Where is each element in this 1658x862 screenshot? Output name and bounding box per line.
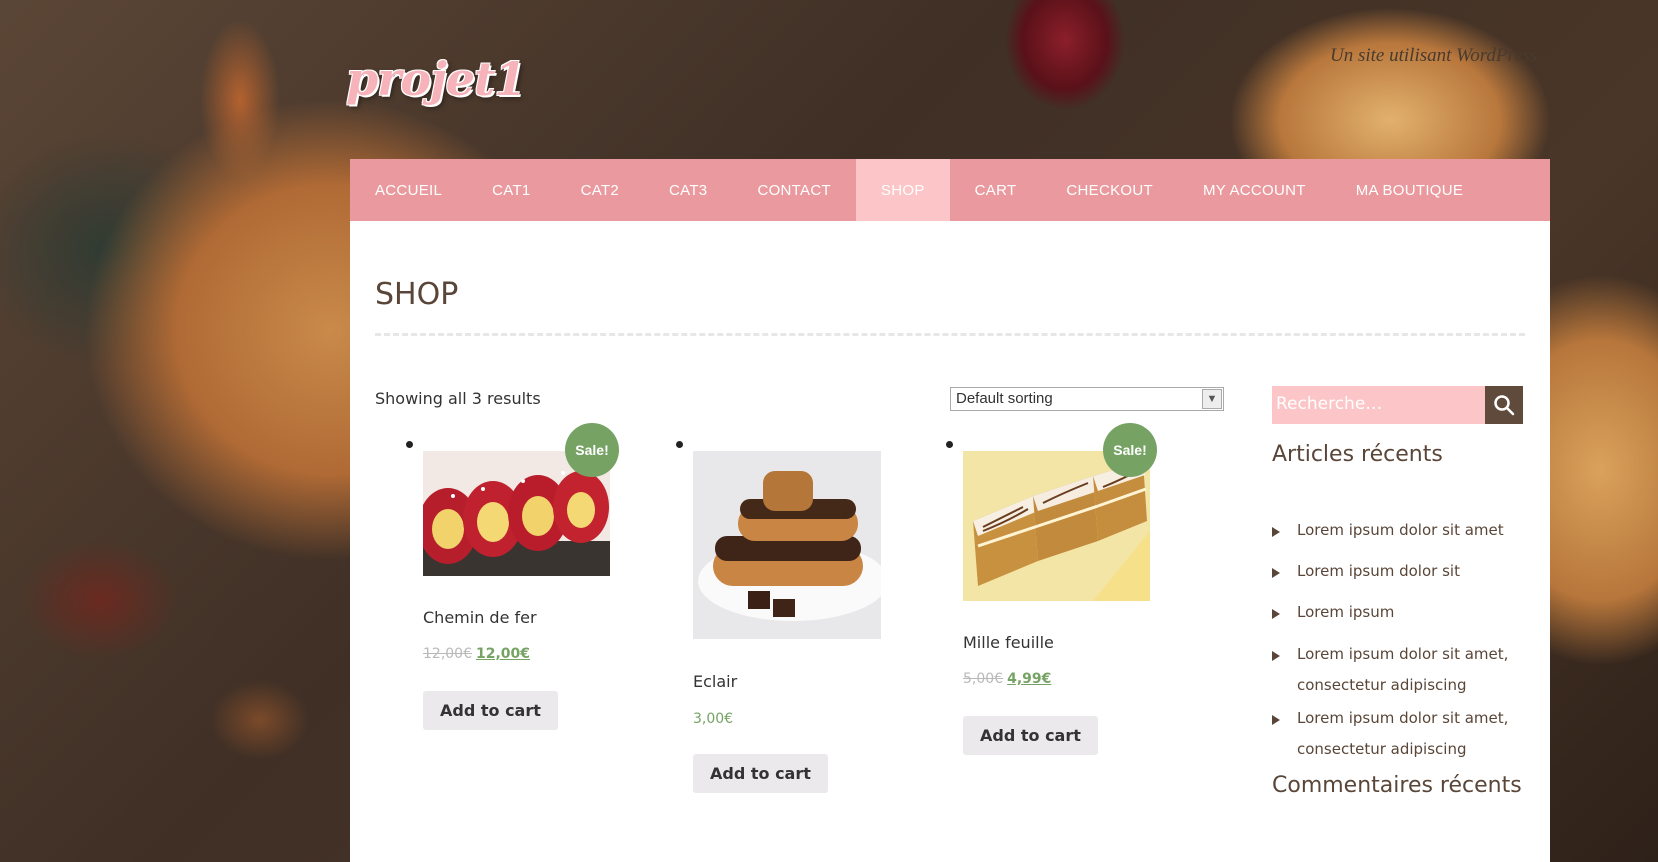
main-content: SHOP Showing all 3 results Default sorti… [350,221,1550,862]
list-bullet [676,441,683,448]
nav-item-cat3[interactable]: CAT3 [644,159,732,221]
nav-item-accueil[interactable]: ACCUEIL [350,159,467,221]
product-price: 12,00€ 12,00€ [423,646,530,662]
title-divider [375,333,1525,336]
nav-item-cat1[interactable]: CAT1 [467,159,555,221]
list-bullet [946,441,953,448]
site-tagline: Un site utilisant WordPress [1330,45,1538,66]
nav-item-my-account[interactable]: MY ACCOUNT [1178,159,1331,221]
recent-posts-title: Articles récents [1272,442,1443,467]
product-name[interactable]: Mille feuille [963,633,1054,652]
add-to-cart-button[interactable]: Add to cart [693,754,828,793]
nav-item-shop[interactable]: SHOP [855,159,950,221]
chevron-down-icon[interactable]: ▼ [1202,389,1222,409]
old-price: 12,00€ [423,646,472,662]
recent-post-link[interactable]: Lorem ipsum dolor sit amet, consectetur … [1297,703,1522,765]
bullet-arrow-icon [1272,609,1280,619]
sorting-select[interactable]: Default sorting ▼ [950,387,1224,411]
nav-item-ma-boutique[interactable]: MA BOUTIQUE [1331,159,1488,221]
sale-badge: Sale! [565,423,619,477]
site-title[interactable]: projet1 [346,52,526,106]
nav-item-cart[interactable]: CART [950,159,1042,221]
result-count: Showing all 3 results [375,389,541,408]
search-button[interactable] [1485,386,1523,424]
bullet-arrow-icon [1272,568,1280,578]
list-bullet [406,441,413,448]
bullet-arrow-icon [1272,651,1280,661]
product-name[interactable]: Eclair [693,672,737,691]
product-image-eclair[interactable] [693,451,881,639]
recent-post-link[interactable]: Lorem ipsum dolor sit amet [1297,515,1522,546]
bullet-arrow-icon [1272,527,1280,537]
product-price: 5,00€ 4,99€ [963,671,1051,687]
nav-item-checkout[interactable]: CHECKOUT [1041,159,1178,221]
sorting-selected-label: Default sorting [956,390,1053,407]
search-icon [1494,395,1515,416]
recent-post-link[interactable]: Lorem ipsum dolor sit [1297,556,1522,587]
nav-item-cat2[interactable]: CAT2 [556,159,644,221]
product-price: 3,00€ [693,711,733,727]
add-to-cart-button[interactable]: Add to cart [963,716,1098,755]
sale-price: 12,00€ [476,646,531,662]
search-input[interactable]: Recherche… [1272,386,1485,424]
main-navigation: ACCUEIL CAT1 CAT2 CAT3 CONTACT SHOP CART… [350,159,1550,221]
old-price: 5,00€ [963,671,1004,687]
add-to-cart-button[interactable]: Add to cart [423,691,558,730]
sale-badge: Sale! [1103,423,1157,477]
product-name[interactable]: Chemin de fer [423,608,537,627]
nav-item-contact[interactable]: CONTACT [732,159,855,221]
recent-post-link[interactable]: Lorem ipsum [1297,597,1522,628]
page-title: SHOP [375,277,459,312]
sale-price: 4,99€ [1007,671,1052,687]
recent-post-link[interactable]: Lorem ipsum dolor sit amet, consectetur … [1297,639,1522,701]
bullet-arrow-icon [1272,715,1280,725]
recent-comments-title: Commentaires récents [1272,773,1522,798]
regular-price: 3,00€ [693,711,734,727]
